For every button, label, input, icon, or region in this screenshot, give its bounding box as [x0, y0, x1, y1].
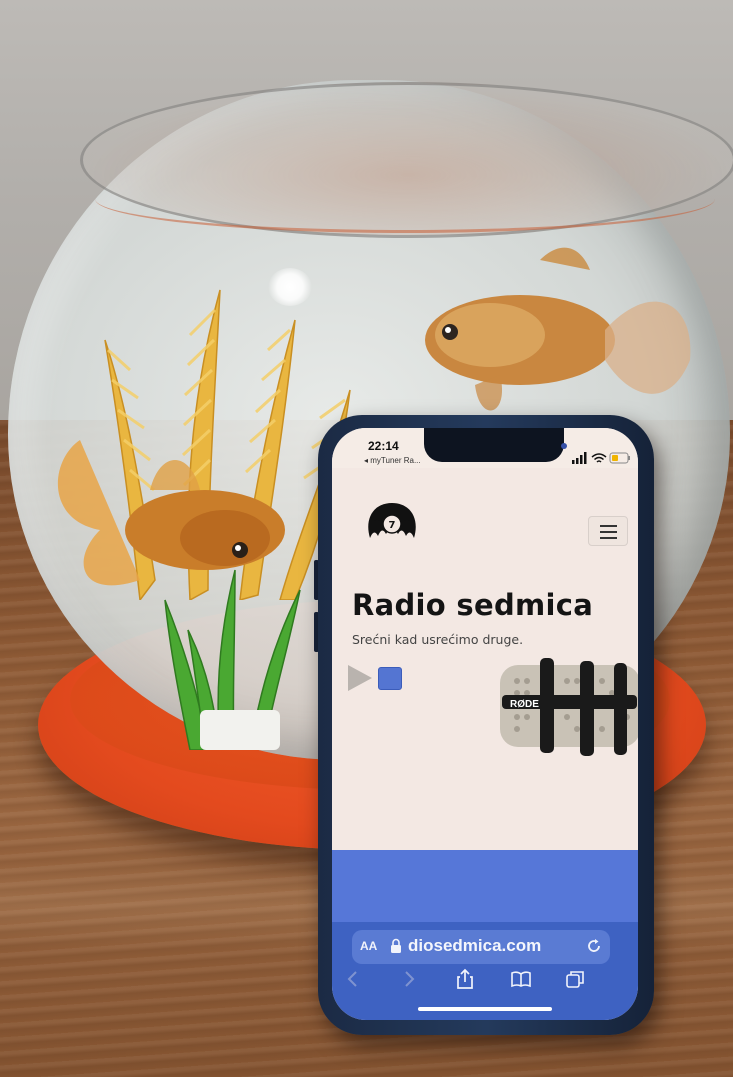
url-text[interactable]: diosedmica.com: [408, 936, 541, 956]
phone-notch: [424, 428, 567, 462]
status-time: 22:14: [368, 439, 399, 453]
logo-number: 7: [389, 520, 396, 531]
forward-icon[interactable]: [398, 968, 420, 990]
hamburger-menu-icon: [600, 525, 617, 527]
bookmarks-icon[interactable]: [510, 968, 532, 990]
mic-brand-label: RØDE: [510, 699, 539, 710]
hamburger-line: [600, 531, 617, 533]
tabs-icon[interactable]: [564, 968, 586, 990]
text-size-button[interactable]: AA: [360, 939, 377, 953]
lock-icon: [391, 938, 401, 953]
radio-sedmica-logo[interactable]: 7: [362, 498, 422, 548]
site-title: Radio sedmica: [352, 588, 594, 622]
hamburger-line: [600, 537, 617, 539]
hamburger-menu-button[interactable]: [588, 516, 628, 546]
battery-icon: [609, 452, 630, 464]
camera-icon: [561, 443, 567, 449]
goldfish-right: [425, 247, 691, 411]
browser-toolbar: [332, 968, 638, 996]
back-to-app-link[interactable]: ◂ myTuner Ra...: [364, 456, 421, 465]
share-icon[interactable]: [454, 968, 476, 990]
site-tagline: Srećni kad usrećimo druge.: [352, 632, 524, 647]
play-icon[interactable]: [348, 665, 372, 691]
signal-icon: [572, 452, 587, 464]
microphone-image: RØDE: [500, 658, 638, 756]
back-icon[interactable]: [342, 968, 364, 990]
stop-icon[interactable]: [378, 667, 402, 690]
phone-screen: 22:14 ◂ myTuner Ra... 7 Radio sedmica Sr…: [332, 428, 638, 1020]
status-icons: [572, 452, 630, 464]
hero-footer-band: [332, 850, 638, 922]
wifi-icon: [591, 453, 607, 463]
home-indicator[interactable]: [418, 1007, 552, 1011]
reload-icon[interactable]: [586, 938, 602, 954]
water-surface: [95, 165, 715, 233]
goldfish-left: [57, 440, 285, 586]
